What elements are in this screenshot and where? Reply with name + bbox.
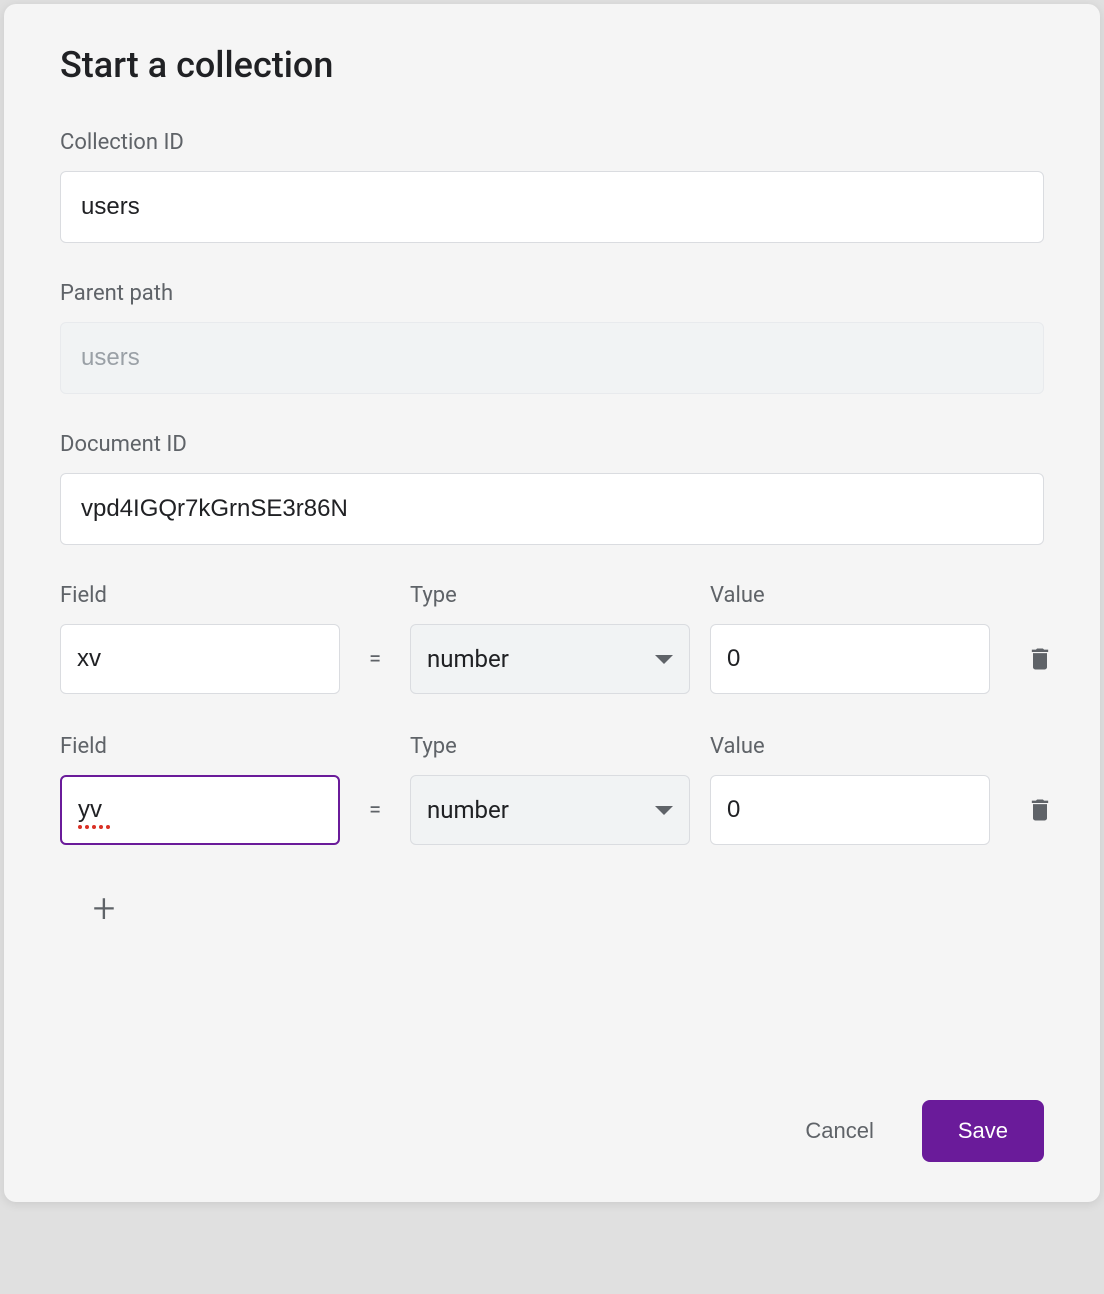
start-collection-dialog: Start a collection Collection ID Parent … — [4, 4, 1100, 1202]
delete-field-button[interactable] — [1010, 775, 1070, 845]
chevron-down-icon — [655, 655, 673, 664]
field-type-label: Type — [410, 583, 690, 608]
document-id-group: Document ID — [60, 432, 1044, 545]
field-row: Field = Type number Value — [60, 734, 1044, 845]
collection-id-label: Collection ID — [60, 130, 1044, 155]
field-type-col: Type number — [410, 734, 690, 845]
document-id-label: Document ID — [60, 432, 1044, 457]
collection-id-group: Collection ID — [60, 130, 1044, 243]
document-id-input[interactable] — [60, 473, 1044, 545]
field-value-input[interactable] — [710, 775, 990, 845]
dialog-actions: Cancel Save — [781, 1100, 1044, 1162]
spellcheck-dots — [78, 825, 110, 829]
parent-path-label: Parent path — [60, 281, 1044, 306]
field-value-col: Value — [710, 734, 990, 845]
field-name-label: Field — [60, 734, 340, 759]
parent-path-input — [60, 322, 1044, 394]
equals-sign: = — [360, 647, 390, 694]
field-value-label: Value — [710, 583, 990, 608]
collection-id-input[interactable] — [60, 171, 1044, 243]
delete-field-button[interactable] — [1010, 624, 1070, 694]
add-field-button[interactable]: + — [80, 885, 128, 933]
fields-container: Field = Type number Value — [60, 583, 1044, 933]
field-value-input[interactable] — [710, 624, 990, 694]
equals-sign: = — [360, 798, 390, 845]
field-type-value: number — [427, 645, 655, 673]
cancel-button[interactable]: Cancel — [781, 1102, 897, 1160]
trash-icon — [1026, 794, 1054, 826]
trash-icon — [1026, 643, 1054, 675]
field-type-col: Type number — [410, 583, 690, 694]
field-type-value: number — [427, 796, 655, 824]
field-name-input[interactable] — [60, 775, 340, 845]
chevron-down-icon — [655, 806, 673, 815]
field-name-col: Field — [60, 583, 340, 694]
field-type-label: Type — [410, 734, 690, 759]
plus-icon: + — [93, 889, 116, 929]
field-name-label: Field — [60, 583, 340, 608]
field-type-select[interactable]: number — [410, 775, 690, 845]
field-value-col: Value — [710, 583, 990, 694]
save-button[interactable]: Save — [922, 1100, 1044, 1162]
field-type-select[interactable]: number — [410, 624, 690, 694]
field-name-input[interactable] — [60, 624, 340, 694]
field-value-label: Value — [710, 734, 990, 759]
parent-path-group: Parent path — [60, 281, 1044, 394]
dialog-title: Start a collection — [60, 44, 1044, 86]
field-row: Field = Type number Value — [60, 583, 1044, 694]
field-name-col: Field — [60, 734, 340, 845]
